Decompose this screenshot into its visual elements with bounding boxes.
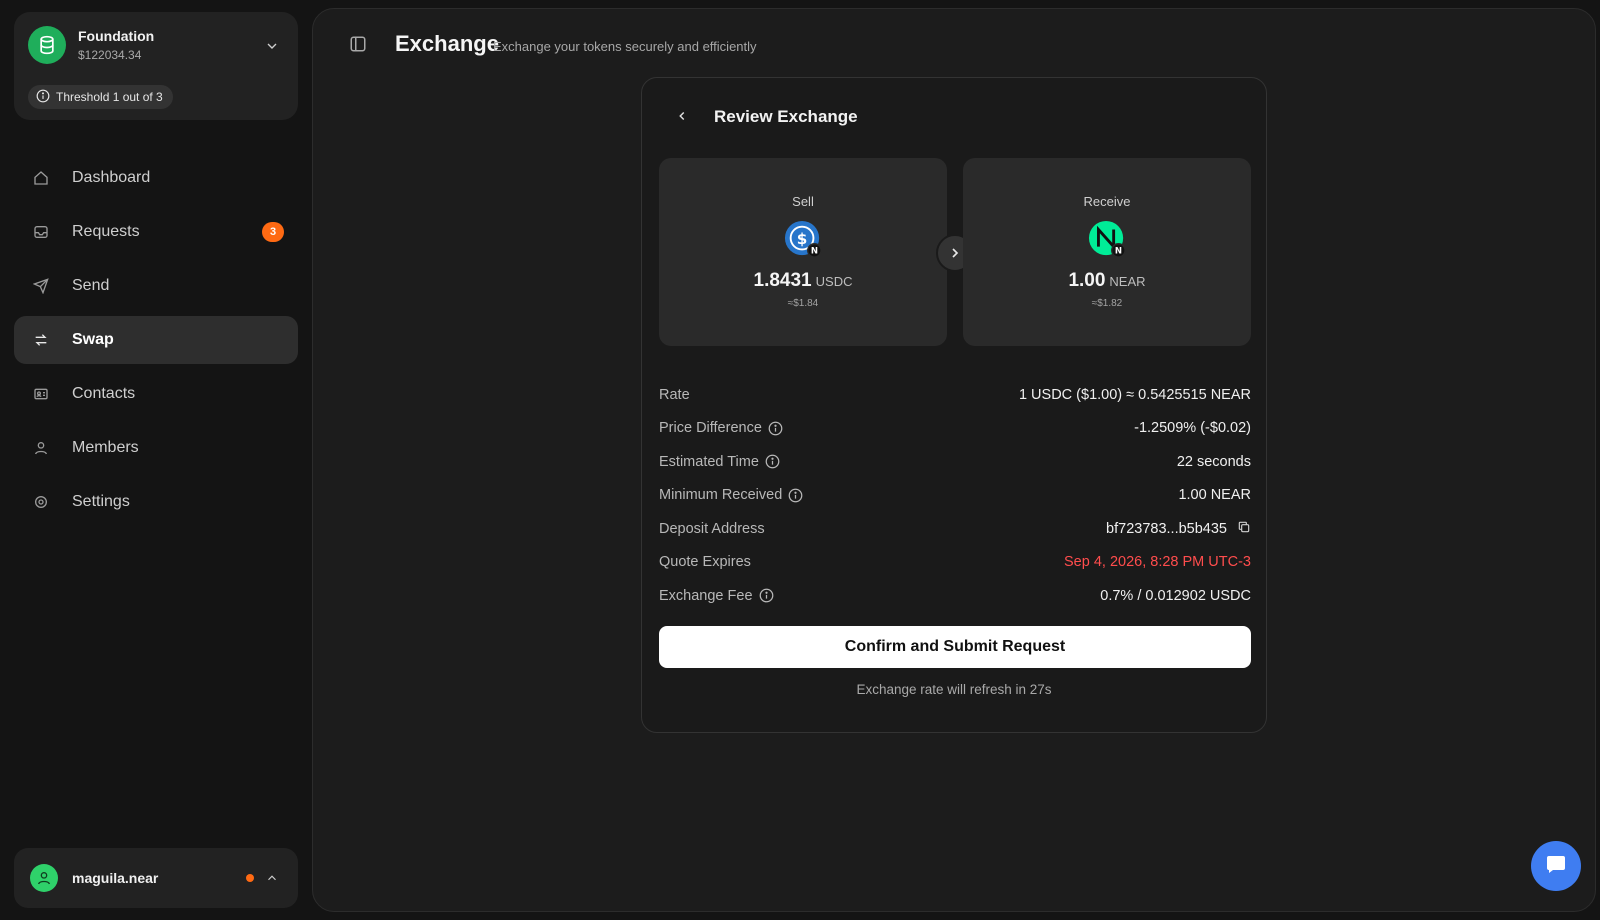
deposit-address-row: Deposit Address bf723783...b5b435 xyxy=(659,512,1251,546)
exchange-fee-row: Exchange Fee 0.7% / 0.012902 USDC xyxy=(659,579,1251,613)
minimum-received-row: Minimum Received 1.00 NEAR xyxy=(659,479,1251,513)
svg-text:$: $ xyxy=(797,230,808,248)
sell-symbol: USDC xyxy=(815,274,853,289)
estimated-time-row: Estimated Time 22 seconds xyxy=(659,445,1251,479)
threshold-badge: Threshold 1 out of 3 xyxy=(28,85,173,109)
estimated-time-value: 22 seconds xyxy=(1176,453,1251,470)
quote-expires-value: Sep 4, 2026, 8:28 PM UTC-3 xyxy=(1064,554,1251,571)
sidebar-item-label: Members xyxy=(72,439,139,456)
page-title: Exchange xyxy=(395,31,499,56)
refresh-note: Exchange rate will refresh in 27s xyxy=(856,682,1052,697)
sidebar-toggle-icon[interactable] xyxy=(349,35,367,53)
exchange-fee-label: Exchange Fee xyxy=(659,587,753,604)
requests-count-badge: 3 xyxy=(262,222,284,242)
sidebar-item-contacts[interactable]: Contacts xyxy=(14,370,298,418)
members-icon xyxy=(32,439,50,457)
sidebar-item-requests[interactable]: Requests 3 xyxy=(14,208,298,256)
home-icon xyxy=(32,169,50,187)
exchange-details: Rate 1 USDC ($1.00) ≈ 0.5425515 NEAR Pri… xyxy=(659,378,1251,613)
svg-text:N: N xyxy=(1115,247,1122,257)
sidebar-item-label: Swap xyxy=(72,331,114,348)
deposit-address-label: Deposit Address xyxy=(659,520,765,537)
chevron-up-icon[interactable] xyxy=(262,868,282,888)
rate-value: 1 USDC ($1.00) ≈ 0.5425515 NEAR xyxy=(1018,386,1251,403)
inbox-icon xyxy=(32,223,50,241)
rate-row: Rate 1 USDC ($1.00) ≈ 0.5425515 NEAR xyxy=(659,378,1251,412)
sidebar-item-label: Contacts xyxy=(72,385,136,402)
contacts-icon xyxy=(32,385,50,403)
confirm-submit-button[interactable]: Confirm and Submit Request xyxy=(659,626,1251,668)
org-switcher[interactable]: Foundation $122034.34 Threshold 1 out of… xyxy=(14,12,298,120)
user-menu[interactable]: maguila.near xyxy=(14,848,298,908)
receive-symbol: NEAR xyxy=(1109,274,1146,289)
sidebar-item-label: Send xyxy=(72,277,110,294)
price-difference-value: -1.2509% (-$0.02) xyxy=(1134,420,1251,437)
rate-label: Rate xyxy=(659,386,690,403)
receive-token-box: Receive N 1.00 NEAR ≈$1.82 xyxy=(963,158,1251,346)
svg-text:N: N xyxy=(811,247,818,257)
quote-expires-row: Quote Expires Sep 4, 2026, 8:28 PM UTC-3 xyxy=(659,546,1251,580)
sell-label: Sell xyxy=(792,194,814,209)
sidebar-item-label: Settings xyxy=(72,493,130,510)
chat-icon xyxy=(1544,852,1568,881)
minimum-received-label: Minimum Received xyxy=(659,487,783,504)
exchange-fee-value: 0.7% / 0.012902 USDC xyxy=(1100,587,1251,604)
receive-label: Receive xyxy=(1083,194,1131,209)
review-title: Review Exchange xyxy=(714,107,858,126)
sidebar-item-send[interactable]: Send xyxy=(14,262,298,310)
main-content: Exchange Exchange your tokens securely a… xyxy=(312,8,1596,912)
org-name: Foundation xyxy=(78,28,155,44)
sidebar-nav: Dashboard Requests 3 Send Swap Contacts … xyxy=(14,154,298,532)
chat-support-button[interactable] xyxy=(1531,841,1581,891)
copy-icon[interactable] xyxy=(1237,520,1251,538)
notification-dot xyxy=(246,874,254,882)
sidebar-item-dashboard[interactable]: Dashboard xyxy=(14,154,298,202)
page-subtitle: Exchange your tokens securely and effici… xyxy=(493,39,757,54)
info-icon[interactable] xyxy=(765,454,780,469)
review-exchange-card: Review Exchange Sell $ N 1.8431 USDC ≈$1.… xyxy=(641,77,1267,733)
info-icon[interactable] xyxy=(759,588,774,603)
sidebar-item-label: Requests xyxy=(72,223,140,240)
user-name: maguila.near xyxy=(72,870,159,886)
threshold-text: Threshold 1 out of 3 xyxy=(56,90,163,104)
swap-icon xyxy=(32,331,50,349)
usdc-icon: $ N xyxy=(784,220,822,258)
back-button[interactable] xyxy=(672,106,692,126)
sell-usd: ≈$1.84 xyxy=(787,298,819,309)
database-icon xyxy=(28,26,66,64)
org-balance: $122034.34 xyxy=(78,48,142,62)
gear-icon xyxy=(32,493,50,511)
near-icon: N xyxy=(1088,220,1126,258)
quote-expires-label: Quote Expires xyxy=(659,554,751,571)
info-icon xyxy=(36,89,50,106)
user-avatar-icon xyxy=(30,864,58,892)
receive-usd: ≈$1.82 xyxy=(1091,298,1123,309)
sidebar-item-settings[interactable]: Settings xyxy=(14,478,298,526)
sidebar-item-swap[interactable]: Swap xyxy=(14,316,298,364)
sell-token-box: Sell $ N 1.8431 USDC ≈$1.84 xyxy=(659,158,947,346)
estimated-time-label: Estimated Time xyxy=(659,453,759,470)
sidebar-item-label: Dashboard xyxy=(72,169,151,186)
sell-amount: 1.8431 USDC xyxy=(753,270,853,291)
chevron-down-icon[interactable] xyxy=(262,36,282,56)
price-difference-label: Price Difference xyxy=(659,420,762,437)
info-icon[interactable] xyxy=(788,488,803,503)
info-icon[interactable] xyxy=(768,421,783,436)
minimum-received-value: 1.00 NEAR xyxy=(1178,487,1251,504)
send-icon xyxy=(32,277,50,295)
sidebar: Foundation $122034.34 Threshold 1 out of… xyxy=(14,12,298,908)
receive-amount: 1.00 NEAR xyxy=(1068,270,1146,291)
deposit-address-value: bf723783...b5b435 xyxy=(1106,520,1227,537)
price-difference-row: Price Difference -1.2509% (-$0.02) xyxy=(659,412,1251,446)
sidebar-item-members[interactable]: Members xyxy=(14,424,298,472)
